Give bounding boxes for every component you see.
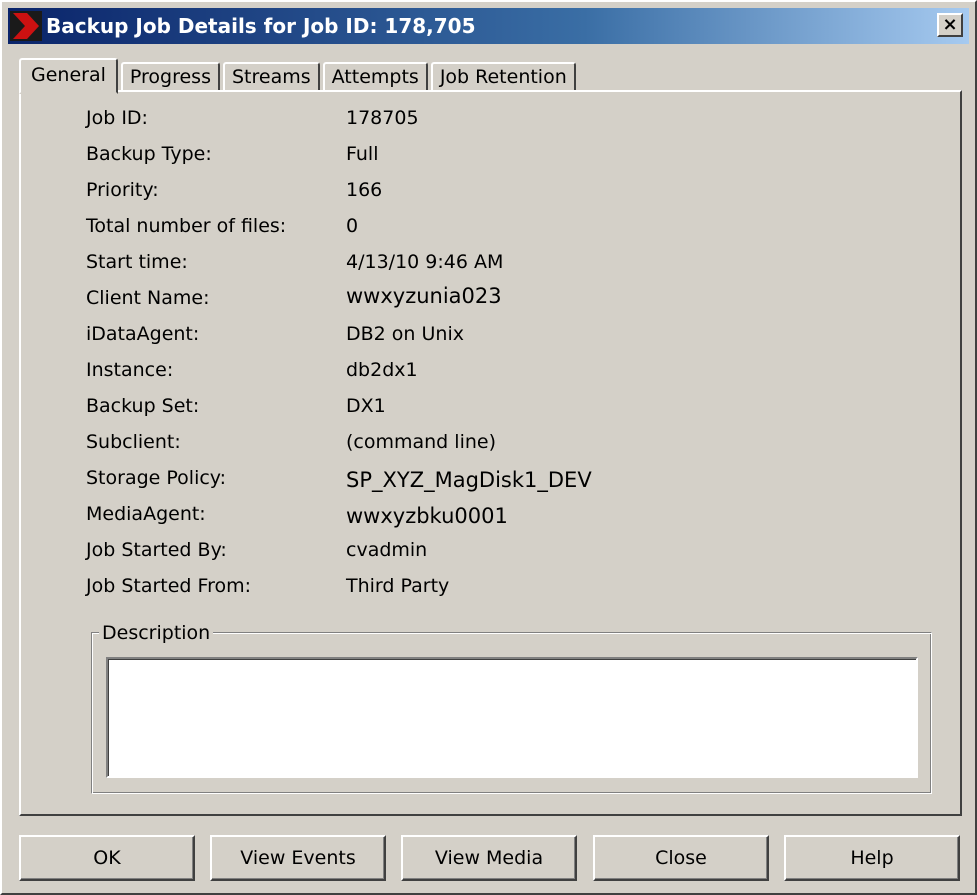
ok-button[interactable]: OK (19, 835, 195, 881)
storage-policy-label: Storage Policy: (86, 467, 227, 489)
subclient-value: (command line) (346, 431, 496, 453)
backup-type-label: Backup Type: (86, 143, 212, 165)
job-started-by-value: cvadmin (346, 539, 428, 561)
start-time-value: 4/13/10 9:46 AM (346, 251, 504, 273)
description-textarea[interactable] (106, 657, 918, 778)
job-started-from-value: Third Party (346, 575, 450, 597)
backup-job-details-dialog: Backup Job Details for Job ID: 178,705 ×… (0, 0, 977, 895)
tab-general[interactable]: General (19, 58, 118, 94)
view-events-button[interactable]: View Events (210, 835, 386, 881)
tab-progress[interactable]: Progress (120, 62, 220, 92)
close-button[interactable]: Close (593, 835, 769, 881)
instance-label: Instance: (86, 359, 174, 381)
window-title: Backup Job Details for Job ID: 178,705 (46, 14, 476, 38)
client-name-label: Client Name: (86, 287, 210, 309)
mediaagent-label: MediaAgent: (86, 503, 206, 525)
idataagent-label: iDataAgent: (86, 323, 200, 345)
tab-attempts[interactable]: Attempts (322, 62, 428, 92)
backup-set-value: DX1 (346, 395, 386, 417)
total-files-value: 0 (346, 215, 359, 237)
job-started-by-label: Job Started By: (86, 539, 227, 561)
commvault-logo-icon (10, 11, 42, 41)
close-window-button[interactable]: × (937, 13, 963, 37)
priority-value: 166 (346, 179, 383, 201)
backup-type-value: Full (346, 143, 379, 165)
client-name-value: wwxyzunia023 (346, 284, 502, 308)
priority-label: Priority: (86, 179, 159, 201)
title-bar[interactable]: Backup Job Details for Job ID: 178,705 × (8, 8, 969, 44)
job-id-label: Job ID: (86, 107, 148, 129)
total-files-label: Total number of files: (86, 215, 287, 237)
job-id-value: 178705 (346, 107, 419, 129)
instance-value: db2dx1 (346, 359, 418, 381)
help-button[interactable]: Help (784, 835, 960, 881)
start-time-label: Start time: (86, 251, 188, 273)
tab-streams[interactable]: Streams (222, 62, 320, 92)
tab-job-retention[interactable]: Job Retention (430, 62, 576, 92)
storage-policy-value: SP_XYZ_MagDisk1_DEV (346, 468, 592, 492)
idataagent-value: DB2 on Unix (346, 323, 464, 345)
job-started-from-label: Job Started From: (86, 575, 252, 597)
subclient-label: Subclient: (86, 431, 181, 453)
mediaagent-value: wwxyzbku0001 (346, 504, 508, 528)
view-media-button[interactable]: View Media (401, 835, 577, 881)
description-group-title: Description (99, 622, 214, 644)
backup-set-label: Backup Set: (86, 395, 200, 417)
tab-strip: General Progress Streams Attempts Job Re… (19, 56, 579, 94)
